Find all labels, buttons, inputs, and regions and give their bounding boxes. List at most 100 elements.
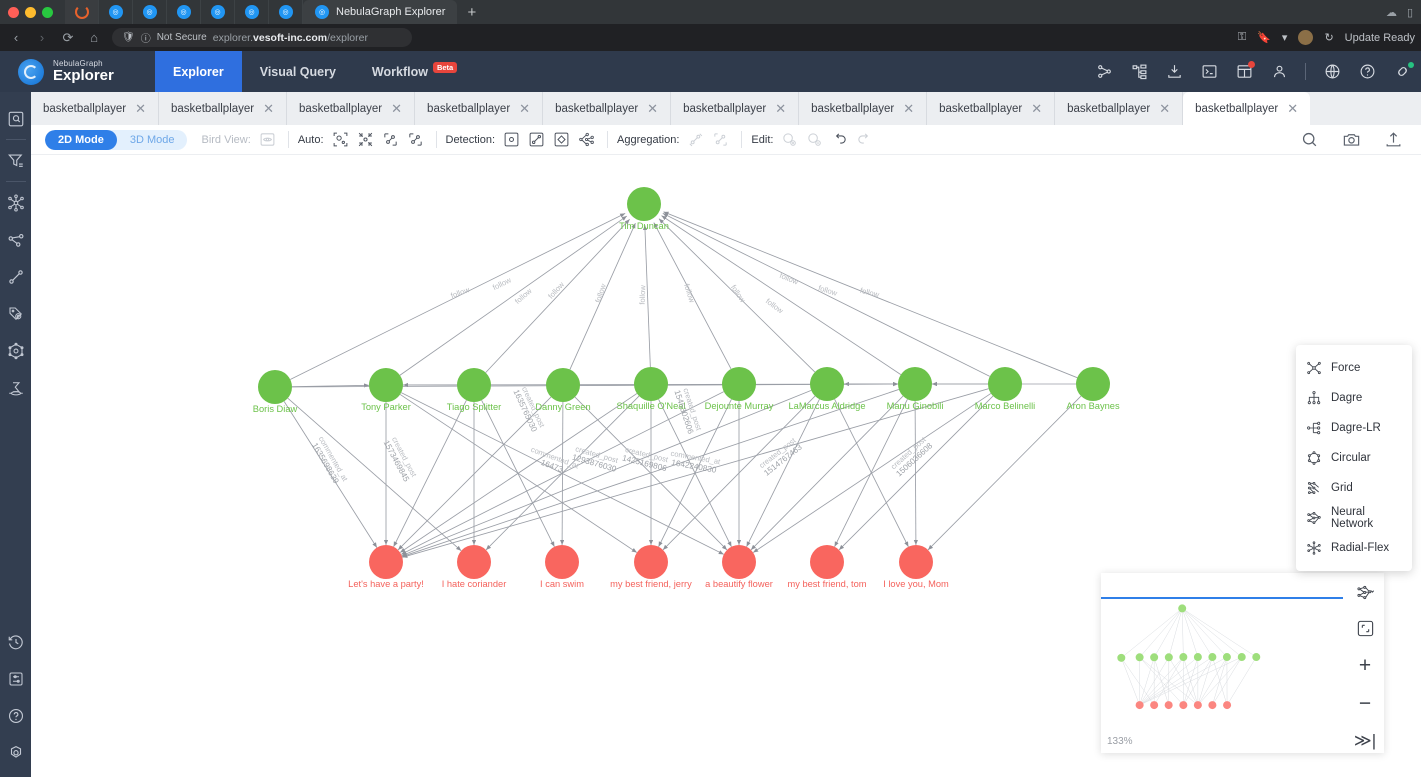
graph-tab[interactable]: basketballplayer ✕: [799, 92, 928, 125]
history-icon[interactable]: [0, 623, 31, 660]
diamond-detect-icon[interactable]: [552, 130, 571, 149]
layout-option-radial-flex[interactable]: Radial-Flex: [1296, 533, 1412, 563]
close-icon[interactable]: ✕: [519, 102, 530, 115]
graph-expand-icon[interactable]: [0, 184, 31, 221]
graph-edge[interactable]: [927, 395, 1082, 551]
graph-edge[interactable]: [485, 219, 630, 373]
cloud-icon[interactable]: ☁: [1386, 6, 1397, 19]
list-settings-icon[interactable]: [0, 660, 31, 697]
close-icon[interactable]: ✕: [135, 102, 146, 115]
close-icon[interactable]: ✕: [263, 102, 274, 115]
graph-node[interactable]: [810, 545, 844, 579]
schema-icon[interactable]: [1095, 63, 1113, 81]
graph-tab[interactable]: basketballplayer ✕: [927, 92, 1056, 125]
path-line-icon[interactable]: [0, 258, 31, 295]
maximize-window-button[interactable]: [42, 6, 53, 18]
language-globe-icon[interactable]: [1323, 63, 1341, 81]
layout-switch-icon[interactable]: [1356, 583, 1375, 602]
graph-edge[interactable]: [401, 389, 812, 557]
minimap-panel[interactable]: 133% + − ≫|: [1101, 573, 1384, 753]
zoom-out-icon[interactable]: −: [1359, 693, 1371, 714]
layout-option-force[interactable]: Force: [1296, 353, 1412, 383]
browser-tab[interactable]: ◎: [201, 0, 235, 24]
aggregation-sigma-icon[interactable]: [0, 369, 31, 406]
close-icon[interactable]: ✕: [647, 102, 658, 115]
update-ready-label[interactable]: Update Ready: [1345, 32, 1415, 44]
graph-node[interactable]: [1076, 367, 1110, 401]
share-nodes-icon[interactable]: [0, 221, 31, 258]
graph-tab[interactable]: basketballplayer ✕: [287, 92, 416, 125]
settings-gear-icon[interactable]: [0, 734, 31, 771]
close-window-button[interactable]: [8, 6, 19, 18]
node-detect-icon[interactable]: [502, 130, 521, 149]
aggregate-in-icon[interactable]: [686, 130, 705, 149]
app-logo[interactable]: NebulaGraph Explorer: [0, 58, 155, 85]
graph-node[interactable]: [369, 545, 403, 579]
collapse-panel-icon[interactable]: ≫|: [1354, 731, 1376, 751]
graph-edge[interactable]: [752, 393, 992, 553]
cluster-detect-icon[interactable]: [577, 130, 596, 149]
graph-node[interactable]: [810, 367, 844, 401]
redo-icon[interactable]: [855, 130, 874, 149]
connection-status-icon[interactable]: [1393, 61, 1414, 81]
mode-2d-button[interactable]: 2D Mode: [45, 129, 117, 150]
reload-icon[interactable]: ⟳: [60, 30, 76, 46]
graph-node[interactable]: [722, 545, 756, 579]
browser-tab[interactable]: ◎: [133, 0, 167, 24]
graph-node[interactable]: [457, 545, 491, 579]
graph-node[interactable]: [545, 545, 579, 579]
graph-node[interactable]: [634, 545, 668, 579]
graph-edge[interactable]: [399, 215, 628, 376]
layout-option-grid[interactable]: Grid: [1296, 473, 1412, 503]
download-icon[interactable]: [1165, 63, 1183, 81]
edit-edge-icon[interactable]: [805, 130, 824, 149]
help-circle-icon[interactable]: [1358, 63, 1376, 81]
view-mode-switch[interactable]: 2D Mode 3D Mode: [45, 129, 188, 150]
new-tab-button[interactable]: +: [467, 4, 476, 21]
window-traffic-lights[interactable]: [8, 6, 53, 18]
auto-expand-path-icon[interactable]: [406, 130, 425, 149]
close-icon[interactable]: ✕: [903, 102, 914, 115]
bird-view-eye-icon[interactable]: [258, 130, 277, 149]
mode-3d-button[interactable]: 3D Mode: [117, 130, 188, 150]
layout-option-neural-network[interactable]: Neural Network: [1296, 503, 1412, 533]
close-icon[interactable]: ✕: [1159, 102, 1170, 115]
auto-select-icon[interactable]: [331, 130, 350, 149]
camera-icon[interactable]: [1341, 130, 1361, 150]
auto-expand-edge-icon[interactable]: [381, 130, 400, 149]
graph-node[interactable]: [258, 370, 292, 404]
bookmark-icon[interactable]: 🔖: [1257, 31, 1271, 44]
browser-tab[interactable]: ◎: [99, 0, 133, 24]
zoom-in-icon[interactable]: +: [1359, 655, 1371, 676]
browser-tab[interactable]: ◎: [167, 0, 201, 24]
graph-node[interactable]: [634, 367, 668, 401]
close-icon[interactable]: ✕: [775, 102, 786, 115]
undo-icon[interactable]: [830, 130, 849, 149]
edit-node-icon[interactable]: [780, 130, 799, 149]
graph-node[interactable]: [899, 545, 933, 579]
browser-active-tab[interactable]: ◎ NebulaGraph Explorer: [303, 0, 458, 24]
graph-edge[interactable]: [287, 397, 462, 552]
graph-edge[interactable]: [913, 400, 919, 546]
graph-node[interactable]: [898, 367, 932, 401]
back-icon[interactable]: ‹: [8, 30, 24, 45]
close-icon[interactable]: ✕: [391, 102, 402, 115]
avatar[interactable]: [1298, 30, 1314, 45]
browser-tab[interactable]: ◎: [235, 0, 269, 24]
sidebar-toggle-icon[interactable]: ▯: [1407, 6, 1413, 19]
edge-detect-icon[interactable]: [527, 130, 546, 149]
graph-tab[interactable]: basketballplayer ✕: [671, 92, 800, 125]
search-icon[interactable]: [1299, 130, 1319, 150]
graph-node[interactable]: [457, 368, 491, 402]
graph-node[interactable]: [546, 368, 580, 402]
minimap-viewport[interactable]: 133%: [1101, 573, 1346, 753]
graph-tab[interactable]: basketballplayer ✕: [415, 92, 544, 125]
graph-tab-active[interactable]: basketballplayer ✕: [1183, 92, 1311, 125]
tag-visibility-icon[interactable]: [0, 295, 31, 332]
graph-tab[interactable]: basketballplayer ✕: [1055, 92, 1184, 125]
graph-edge[interactable]: [662, 212, 990, 377]
forward-icon[interactable]: ›: [34, 30, 50, 45]
nav-visual-query[interactable]: Visual Query: [242, 51, 354, 92]
nav-workflow[interactable]: Workflow Beta: [354, 51, 475, 92]
aggregate-out-icon[interactable]: [711, 130, 730, 149]
